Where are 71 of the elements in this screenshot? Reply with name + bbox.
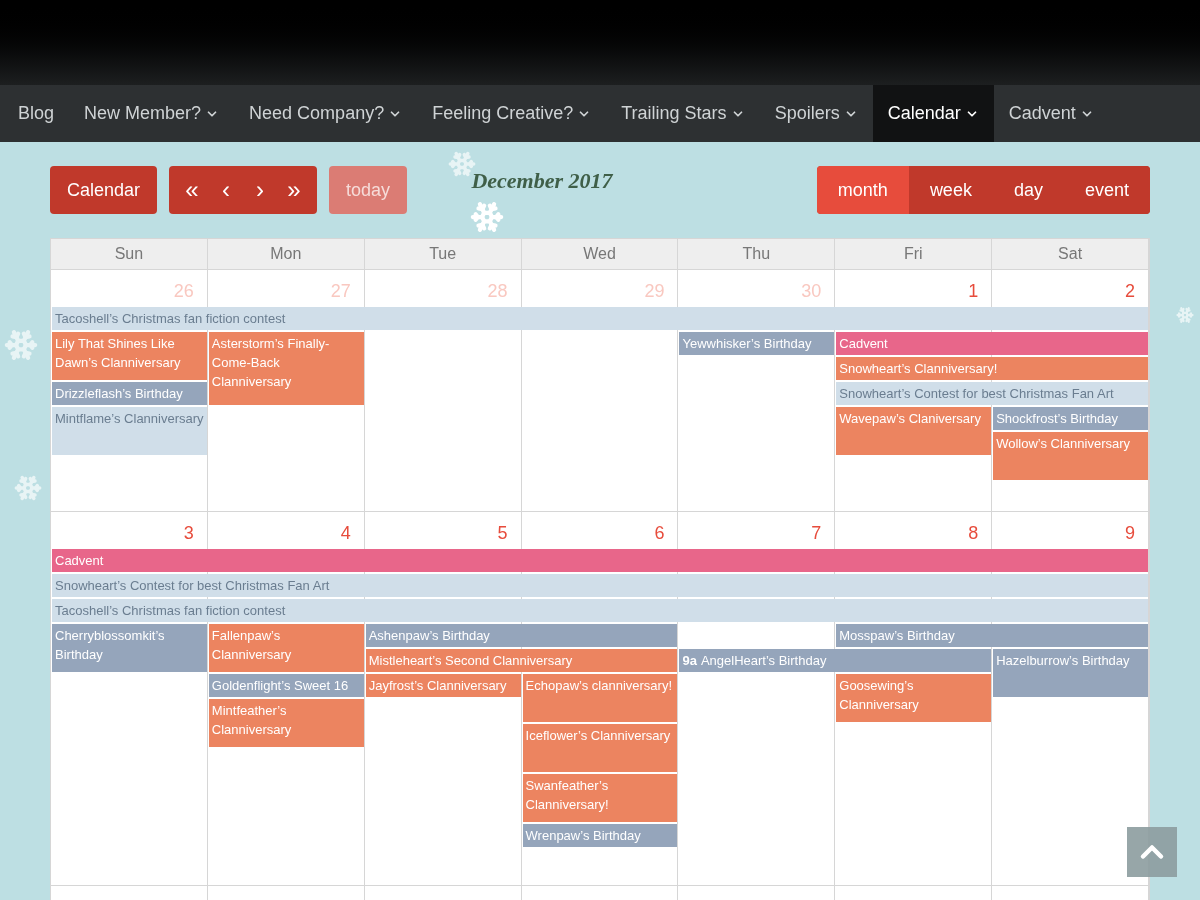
view-button[interactable]: month — [816, 166, 909, 214]
nav-link[interactable]: Blog — [3, 85, 70, 142]
calendar-event[interactable]: Drizzleflash’s Birthday — [52, 382, 207, 405]
back-to-top-button[interactable] — [1127, 827, 1177, 877]
day-number: 28 — [486, 280, 509, 303]
calendar-event[interactable]: Jayfrost’s Clanniversary — [365, 674, 521, 697]
day-number: 2 — [1124, 280, 1136, 303]
nav-link[interactable]: Need Company? — [234, 85, 418, 142]
calendar-event[interactable]: Swanfeather’s Clanniversary! — [522, 774, 678, 822]
calendar-event[interactable]: Cadvent — [836, 332, 1148, 355]
weekday-header: Tue — [364, 239, 522, 269]
day-number: 1 — [967, 280, 980, 303]
calendar-event[interactable]: Shockfrost’s Birthday — [993, 407, 1148, 430]
day-number: 3 — [182, 522, 195, 545]
day-number: 26 — [172, 280, 195, 303]
snowflake-icon — [1176, 306, 1194, 324]
weekday-header: Wed — [521, 239, 679, 269]
day-number: 9 — [1124, 522, 1136, 545]
nav-link[interactable]: Calendar — [872, 85, 994, 142]
navigation-button[interactable]: ‹ — [209, 166, 244, 214]
day-number: 4 — [339, 522, 352, 545]
calendar-event[interactable]: Mistleheart’s Second Clanniversary — [365, 649, 678, 672]
calendar-event[interactable]: Echopaw’s clanniversary! — [522, 674, 678, 722]
snowflake-icon — [4, 328, 38, 362]
day-number: 6 — [653, 522, 666, 545]
calendar-event[interactable]: 9a AngelHeart’s Birthday — [679, 649, 992, 672]
calendar-event[interactable]: Asterstorm’s Finally-Come-Back Clanniversary — [208, 332, 364, 405]
day-number: 30 — [800, 280, 823, 303]
weekday-header: Thu — [678, 239, 836, 269]
weekday-header: Sat — [992, 239, 1149, 269]
weekday-header: Sun — [51, 239, 208, 269]
day-number: 8 — [967, 522, 980, 545]
calendar-event[interactable]: Fallenpaw’s Clanniversary — [208, 624, 364, 672]
nav-link[interactable]: Spoilers — [759, 85, 873, 142]
day-number: 29 — [643, 280, 666, 303]
calendar-event[interactable]: Tacoshell’s Christmas fan fiction contest — [52, 307, 1148, 330]
calendar-event[interactable]: Hazelburrow’s Birthday — [993, 649, 1148, 697]
nav-link[interactable]: Trailing Stars — [606, 85, 760, 142]
navigation-button[interactable]: « — [175, 166, 210, 214]
day-number: 27 — [329, 280, 352, 303]
navigation-button[interactable]: › — [243, 166, 278, 214]
calendar-event[interactable]: Mintflame’s Clanniversary — [52, 407, 207, 455]
nav-link[interactable]: Feeling Creative? — [417, 85, 607, 142]
navigation-button[interactable]: » — [277, 166, 312, 214]
calendar-title: December 2017 — [471, 167, 613, 195]
calendar-event[interactable]: Lily That Shines Like Dawn’s Clanniversary — [52, 332, 207, 380]
weekday-header: Fri — [835, 239, 993, 269]
snowflake-icon — [14, 474, 42, 502]
calendar-event[interactable]: Ashenpaw’s Birthday — [365, 624, 678, 647]
day-number: 5 — [496, 522, 509, 545]
calendar-event[interactable]: Mosspaw’s Birthday — [836, 624, 1148, 647]
calendar-event[interactable]: Goldenflight’s Sweet 16 — [208, 674, 364, 697]
calendar-event[interactable]: Iceflower’s Clanniversary — [522, 724, 678, 772]
snowflake-icon — [470, 200, 504, 234]
calendar-event[interactable]: Wollow’s Clanniversary — [993, 432, 1148, 480]
nav-link[interactable]: New Member? — [69, 85, 235, 142]
day-number: 7 — [810, 522, 823, 545]
calendar-button[interactable]: Calendar — [50, 166, 158, 214]
weekday-header: Mon — [207, 239, 365, 269]
calendar-event[interactable]: Tacoshell’s Christmas fan fiction contest — [52, 599, 1148, 622]
calendar-event[interactable]: Snowheart’s Contest for best Christmas Fan Art — [836, 382, 1148, 405]
calendar-event[interactable]: Goosewing’s Clanniversary — [836, 674, 992, 722]
nav-link[interactable]: Cadvent — [993, 85, 1109, 142]
calendar-event[interactable]: Cadvent — [52, 549, 1148, 572]
calendar-event[interactable]: Wavepaw’s Claniversary — [836, 407, 992, 455]
calendar-event[interactable]: Mintfeather’s Clanniversary — [208, 699, 364, 747]
calendar-event[interactable]: Wrenpaw’s Birthday — [522, 824, 678, 847]
calendar-event[interactable]: Snowheart’s Clanniversary! — [836, 357, 1148, 380]
calendar-event[interactable]: Cherryblossomkit’s Birthday — [52, 624, 207, 672]
calendar-event[interactable]: Snowheart’s Contest for best Christmas Fan Art — [52, 574, 1148, 597]
calendar-event[interactable]: Yewwhisker’s Birthday — [679, 332, 835, 355]
